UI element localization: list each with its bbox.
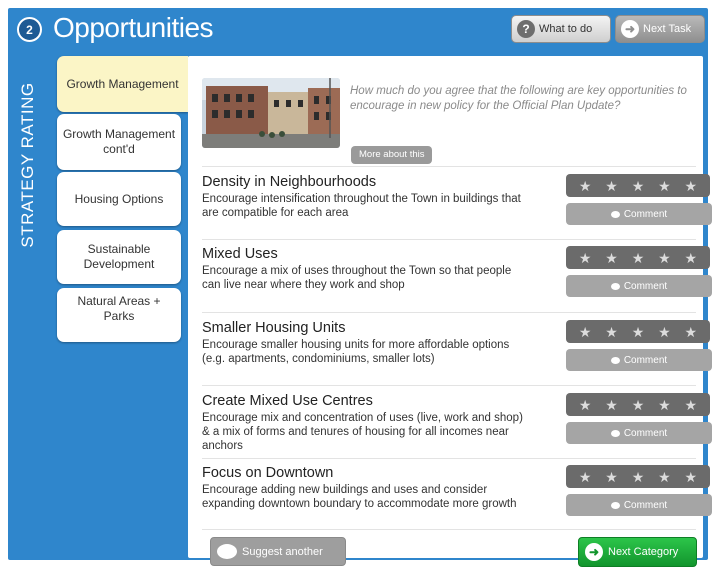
arrow-right-circle-icon: ➜ xyxy=(585,543,603,561)
star-rating[interactable]: ★ ★ ★ ★ ★ xyxy=(566,246,710,269)
star-icon[interactable]: ★ xyxy=(632,470,645,484)
opportunity-description: Encourage mix and concentration of uses … xyxy=(202,412,523,452)
next-category-label: Next Category xyxy=(608,546,679,558)
star-rating[interactable]: ★ ★ ★ ★ ★ xyxy=(566,174,710,197)
comment-bubble-icon xyxy=(610,356,620,364)
nav-item-sustainable-development[interactable]: Sustainable Development xyxy=(57,230,181,284)
list-item: Smaller Housing Units Encourage smaller … xyxy=(202,320,712,371)
star-icon[interactable]: ★ xyxy=(684,325,697,339)
comment-label: Comment xyxy=(623,499,668,511)
comment-label: Comment xyxy=(623,280,668,292)
divider xyxy=(202,529,696,530)
star-icon[interactable]: ★ xyxy=(632,325,645,339)
star-icon[interactable]: ★ xyxy=(658,470,671,484)
opportunity-description: Encourage adding new buildings and uses … xyxy=(202,484,517,510)
star-icon[interactable]: ★ xyxy=(579,325,592,339)
what-to-do-button[interactable]: ? What to do xyxy=(511,15,611,43)
star-icon[interactable]: ★ xyxy=(684,179,697,193)
town-photo xyxy=(202,78,340,148)
star-icon[interactable]: ★ xyxy=(632,398,645,412)
list-item: Mixed Uses Encourage a mix of uses throu… xyxy=(202,246,712,297)
nav-item-growth-management-contd[interactable]: Growth Management cont'd xyxy=(57,114,181,170)
star-rating[interactable]: ★ ★ ★ ★ ★ xyxy=(566,320,710,343)
question-text: How much do you agree that the following… xyxy=(350,85,687,112)
page-title: Opportunities xyxy=(53,12,214,43)
star-icon[interactable]: ★ xyxy=(579,470,592,484)
suggest-label: Suggest another xyxy=(242,545,323,558)
star-icon[interactable]: ★ xyxy=(658,179,671,193)
divider xyxy=(202,458,696,459)
star-icon[interactable]: ★ xyxy=(632,179,645,193)
app-frame: 2 Opportunities ? What to do ➜ Next Task… xyxy=(8,8,712,567)
content-panel: How much do you agree that the following… xyxy=(188,56,712,567)
divider xyxy=(202,312,696,313)
side-label-text: STRATEGY RATING xyxy=(18,82,37,248)
opportunity-description: Encourage smaller housing units for more… xyxy=(202,339,510,365)
opportunity-description: Encourage intensification throughout the… xyxy=(202,193,521,219)
star-icon[interactable]: ★ xyxy=(684,398,697,412)
help-icon: ? xyxy=(517,20,535,38)
comment-button[interactable]: Comment xyxy=(566,203,712,225)
comment-bubble-icon xyxy=(610,501,620,509)
star-icon[interactable]: ★ xyxy=(684,470,697,484)
nav-item-housing-options[interactable]: Housing Options xyxy=(57,172,181,226)
comment-button[interactable]: Comment xyxy=(566,422,712,444)
star-icon[interactable]: ★ xyxy=(605,325,618,339)
star-icon[interactable]: ★ xyxy=(658,251,671,265)
star-icon[interactable]: ★ xyxy=(605,398,618,412)
divider xyxy=(202,166,696,167)
next-task-label: Next Task xyxy=(643,23,692,35)
star-rating[interactable]: ★ ★ ★ ★ ★ xyxy=(566,465,710,488)
comment-label: Comment xyxy=(623,427,668,439)
list-item: Focus on Downtown Encourage adding new b… xyxy=(202,465,712,516)
star-icon[interactable]: ★ xyxy=(632,251,645,265)
star-icon[interactable]: ★ xyxy=(684,251,697,265)
comment-label: Comment xyxy=(623,354,668,366)
star-icon[interactable]: ★ xyxy=(658,398,671,412)
comment-bubble-icon xyxy=(610,429,620,437)
opportunity-description: Encourage a mix of uses throughout the T… xyxy=(202,265,512,291)
comment-button[interactable]: Comment xyxy=(566,494,712,516)
divider xyxy=(202,239,696,240)
star-icon[interactable]: ★ xyxy=(605,470,618,484)
divider xyxy=(202,385,696,386)
more-about-this-button[interactable]: More about this xyxy=(351,146,433,164)
comment-button[interactable]: Comment xyxy=(566,275,712,297)
list-item: Density in Neighbourhoods Encourage inte… xyxy=(202,174,712,225)
speech-bubble-icon xyxy=(217,544,237,559)
star-icon[interactable]: ★ xyxy=(579,251,592,265)
star-rating[interactable]: ★ ★ ★ ★ ★ xyxy=(566,393,710,416)
comment-bubble-icon xyxy=(610,210,620,218)
list-item: Create Mixed Use Centres Encourage mix a… xyxy=(202,393,712,453)
arrow-right-circle-icon: ➜ xyxy=(621,20,639,38)
comment-label: Comment xyxy=(623,208,668,220)
next-task-button[interactable]: ➜ Next Task xyxy=(615,15,705,43)
comment-button[interactable]: Comment xyxy=(566,349,712,371)
step-badge: 2 xyxy=(17,17,42,42)
star-icon[interactable]: ★ xyxy=(605,251,618,265)
star-icon[interactable]: ★ xyxy=(605,179,618,193)
section-side-label: STRATEGY RATING xyxy=(8,55,48,275)
nav-item-growth-management[interactable]: Growth Management xyxy=(57,56,199,112)
comment-bubble-icon xyxy=(610,282,620,290)
what-to-do-label: What to do xyxy=(539,23,593,35)
nav-item-natural-areas-parks[interactable]: Natural Areas + Parks xyxy=(57,288,181,342)
next-category-button[interactable]: ➜ Next Category xyxy=(578,537,697,567)
star-icon[interactable]: ★ xyxy=(658,325,671,339)
star-icon[interactable]: ★ xyxy=(579,398,592,412)
star-icon[interactable]: ★ xyxy=(579,179,592,193)
